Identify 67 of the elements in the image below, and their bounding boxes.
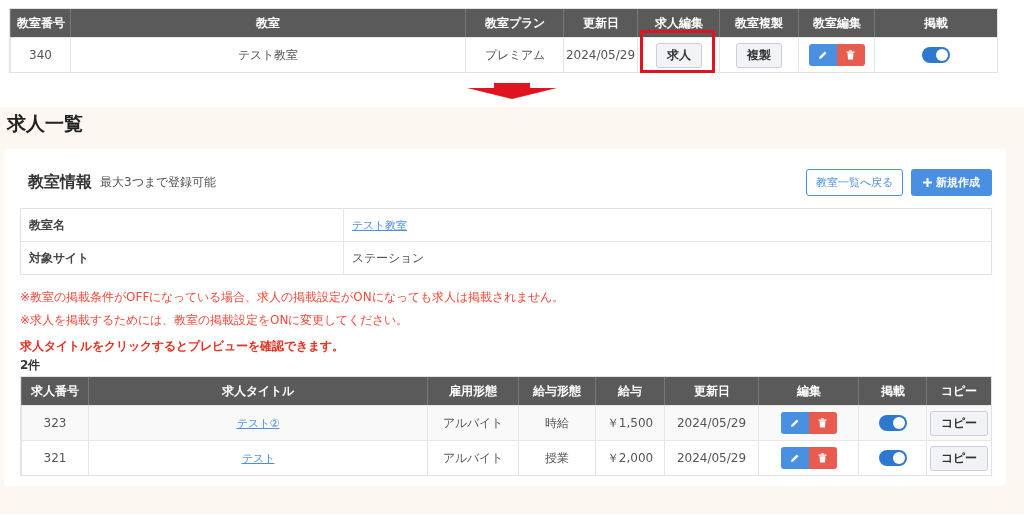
trash-icon: [846, 50, 855, 60]
result-count: 2件: [20, 357, 42, 374]
classroom-link[interactable]: テスト教室: [352, 217, 407, 233]
delete-button[interactable]: [808, 412, 837, 434]
back-button[interactable]: 教室一覧へ戻る: [806, 169, 903, 196]
column-header: 掲載: [858, 377, 926, 405]
pencil-icon: [789, 453, 800, 463]
table-cell: 時給: [545, 414, 569, 432]
job-button[interactable]: 求人: [655, 42, 702, 68]
delete-button[interactable]: [808, 447, 837, 469]
table-cell: 2024/05/29: [676, 416, 747, 430]
column-header: 教室プラン: [465, 9, 563, 37]
column-header: 教室番号: [10, 9, 70, 37]
job-title-link[interactable]: テスト②: [236, 415, 280, 431]
pencil-icon: [817, 50, 828, 60]
trash-icon: [818, 453, 827, 463]
copy-button[interactable]: コピー: [930, 445, 988, 471]
plus-icon: [923, 178, 932, 187]
edit-button[interactable]: [780, 447, 809, 469]
column-header: 掲載: [874, 9, 997, 37]
delete-button[interactable]: [836, 44, 865, 66]
toggle-switch[interactable]: [922, 47, 950, 63]
table-cell: 340: [29, 48, 52, 62]
table-cell: 321: [43, 451, 67, 465]
table-cell: テスト教室: [238, 46, 298, 64]
table-cell: 323: [43, 416, 67, 430]
section-title: 教室情報: [28, 172, 92, 193]
down-arrow-icon: [467, 83, 557, 99]
edit-button[interactable]: [780, 412, 809, 434]
copy-button[interactable]: コピー: [930, 410, 988, 436]
column-header: 求人番号: [21, 377, 88, 405]
section-note: 最大3つまで登録可能: [100, 174, 216, 191]
job-title-link[interactable]: テスト: [241, 450, 275, 466]
duplicate-button[interactable]: 複製: [736, 42, 782, 68]
table-cell: プレミアム: [484, 46, 545, 64]
edit-button[interactable]: [808, 44, 837, 66]
column-header: 教室: [70, 9, 465, 37]
column-header: 給与: [595, 377, 664, 405]
table-cell: アルバイト: [443, 414, 503, 432]
page-title: 求人一覧: [5, 111, 84, 136]
table-cell: ￥2,000: [606, 449, 654, 467]
column-header: 教室複製: [719, 9, 798, 37]
table-cell: 2024/05/29: [676, 451, 747, 465]
table-cell: ￥1,500: [606, 414, 654, 432]
table-cell: アルバイト: [443, 449, 503, 467]
trash-icon: [818, 418, 827, 428]
column-header: 編集: [758, 377, 858, 405]
column-header: コピー: [926, 377, 991, 405]
column-header: 教室編集: [798, 9, 874, 37]
field-label: 対象サイト: [29, 249, 89, 267]
new-button[interactable]: 新規作成: [911, 169, 992, 196]
column-header: 求人編集: [637, 9, 719, 37]
pencil-icon: [789, 418, 800, 428]
column-header: 更新日: [664, 377, 758, 405]
warning-text: ※教室の掲載条件がOFFになっている場合、求人の掲載設定がONになっても求人は掲載されません。: [20, 289, 565, 306]
column-header: 更新日: [563, 9, 637, 37]
field-value: ステーション: [352, 249, 424, 267]
column-header: 求人タイトル: [88, 377, 427, 405]
toggle-switch[interactable]: [878, 415, 907, 431]
table-cell: 2024/05/29: [565, 48, 636, 62]
warning-text: ※求人を掲載するためには、教室の掲載設定をONに変更してください。: [20, 312, 410, 329]
column-header: 雇用形態: [427, 377, 518, 405]
column-header: 給与形態: [518, 377, 595, 405]
hint-text: 求人タイトルをクリックするとプレビューを確認できます。: [20, 338, 345, 355]
table-cell: 授業: [545, 449, 569, 467]
field-label: 教室名: [29, 216, 65, 234]
toggle-switch[interactable]: [878, 450, 907, 466]
